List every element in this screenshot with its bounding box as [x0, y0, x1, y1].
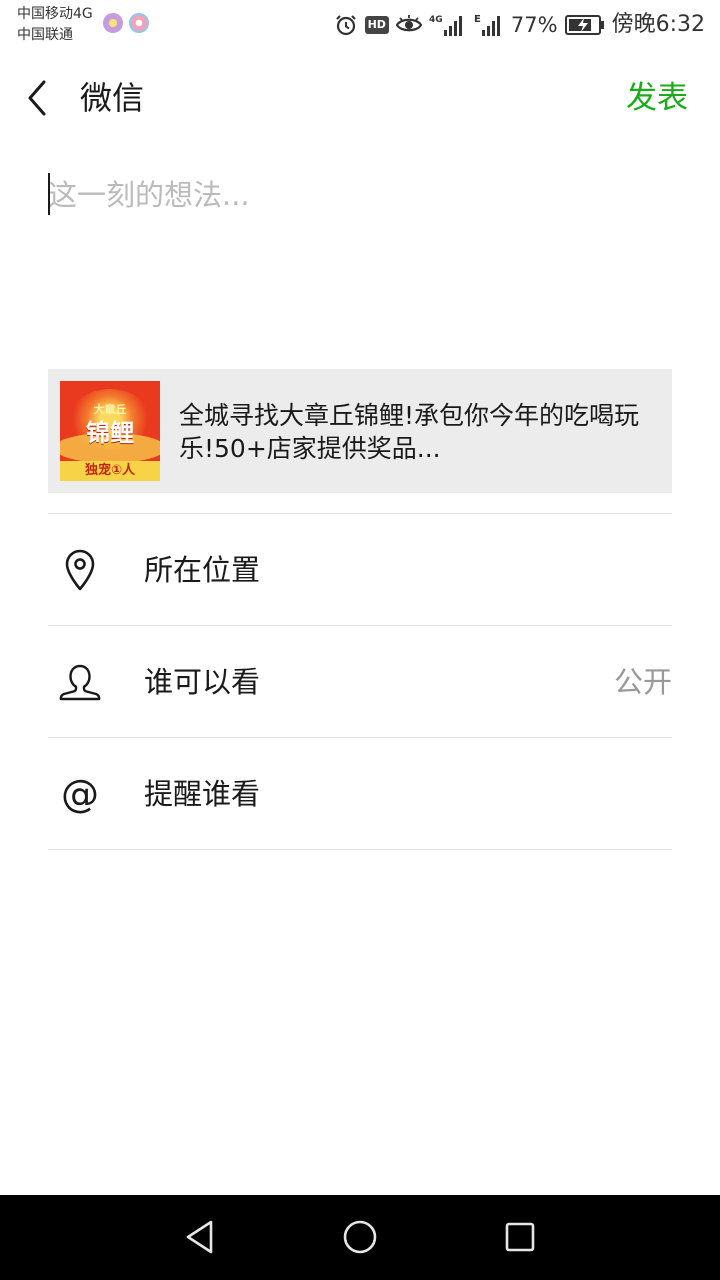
signal-4g-icon: 4G — [429, 12, 467, 38]
status-indicators: HD 4G E 77% 傍晚6:32 — [334, 8, 705, 42]
at-icon: @ — [61, 772, 99, 816]
flower-notification-icon — [103, 13, 123, 33]
person-icon — [56, 661, 104, 703]
net-e-label: E — [474, 14, 481, 25]
thumbnail-bottom-banner: 独宠①人 — [60, 461, 160, 481]
mention-row[interactable]: @ 提醒谁看 — [48, 738, 672, 850]
signal-e-icon: E — [474, 12, 504, 38]
nav-home-icon[interactable] — [340, 1217, 380, 1257]
carrier-line-1: 中国移动4G — [17, 6, 93, 22]
location-pin-icon — [56, 549, 104, 591]
thumbnail-main-text: 锦鲤 — [86, 419, 134, 447]
link-title: 全城寻找大章丘锦鲤!承包你今年的吃喝玩乐!50+店家提供奖品... — [179, 401, 640, 463]
shared-link-card[interactable]: 大章丘 锦鲤 独宠①人 全城寻找大章丘锦鲤!承包你今年的吃喝玩乐!50+店家提供… — [48, 369, 672, 493]
nav-back-icon[interactable] — [180, 1217, 220, 1257]
visibility-label: 谁可以看 — [144, 665, 261, 699]
location-row[interactable]: 所在位置 — [48, 514, 672, 626]
divider — [48, 849, 672, 850]
hd-voice-icon: HD — [364, 16, 389, 34]
nav-recents-icon[interactable] — [500, 1217, 540, 1257]
visibility-row[interactable]: 谁可以看 公开 — [48, 626, 672, 738]
flower-notification-icon — [129, 13, 149, 33]
clock-time: 傍晚6:32 — [611, 12, 705, 37]
system-navigation-bar — [0, 1195, 720, 1280]
net-4g-label: 4G — [429, 15, 443, 25]
notification-icons — [103, 13, 149, 33]
compose-input[interactable]: 这一刻的想法... — [48, 170, 672, 340]
text-caret — [48, 173, 50, 215]
status-bar: 中国移动4G 中国联通 HD 4G E 77% 傍晚6:32 — [0, 0, 720, 50]
header-bar: 微信 发表 — [0, 62, 720, 134]
page-title: 微信 — [80, 79, 145, 117]
compose-placeholder: 这一刻的想法... — [48, 178, 250, 212]
carrier-line-2: 中国联通 — [17, 27, 73, 43]
battery-charging-icon — [564, 14, 605, 36]
link-thumbnail: 大章丘 锦鲤 独宠①人 — [60, 381, 160, 481]
mention-label: 提醒谁看 — [144, 777, 261, 811]
battery-percentage: 77% — [510, 13, 558, 37]
eye-comfort-icon — [395, 15, 422, 35]
back-icon[interactable] — [24, 78, 54, 118]
carrier-info: 中国移动4G 中国联通 — [17, 4, 93, 46]
location-label: 所在位置 — [144, 553, 261, 587]
alarm-icon — [334, 13, 358, 37]
publish-button[interactable]: 发表 — [626, 74, 688, 122]
visibility-value: 公开 — [613, 665, 672, 699]
